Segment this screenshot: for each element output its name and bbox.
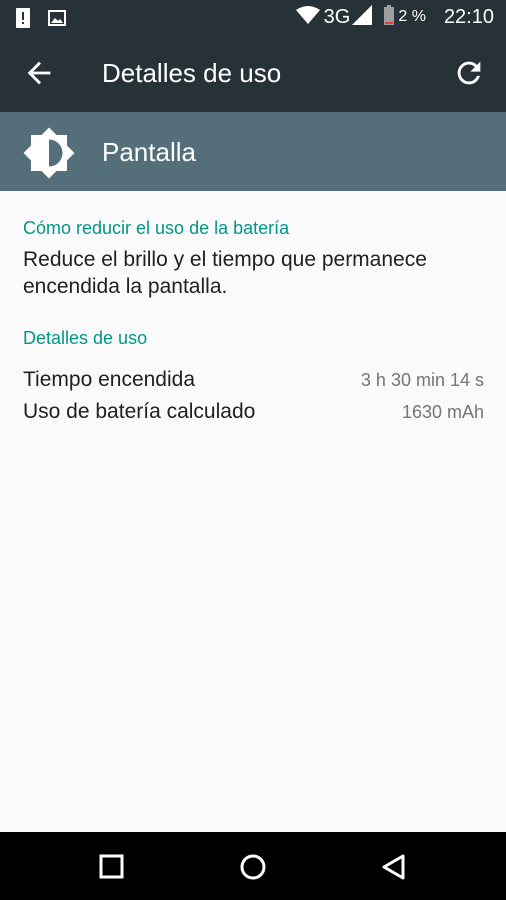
home-icon — [235, 854, 271, 889]
back-button[interactable] — [22, 56, 56, 90]
recents-button[interactable] — [94, 849, 130, 885]
alert-icon — [16, 8, 30, 33]
brightness-icon — [22, 126, 76, 180]
row-label: Tiempo encendida — [23, 368, 195, 391]
network-type: 3G — [323, 5, 351, 28]
tips-title: Cómo reducir el uso de la batería — [23, 218, 290, 238]
refresh-button[interactable] — [452, 56, 486, 90]
recents-icon — [94, 854, 130, 889]
signal-icon — [352, 4, 373, 30]
row-value: 3 h 30 min 14 s — [360, 370, 484, 390]
clock: 22:10 — [443, 5, 494, 28]
row-value: 1630 mAh — [401, 402, 484, 422]
back-triangle-icon — [375, 854, 411, 889]
tips-text: Reduce el brillo y el tiempo que permane… — [23, 248, 427, 298]
arrow-left-icon — [22, 61, 56, 94]
toolbar: Detalles de uso — [0, 34, 506, 112]
home-button[interactable] — [235, 849, 271, 885]
image-icon — [48, 10, 66, 31]
refresh-icon — [452, 61, 486, 94]
usage-row-battery: Uso de batería calculado 1630 mAh — [23, 400, 484, 430]
row-label: Uso de batería calculado — [23, 400, 256, 423]
usage-title: Detalles de uso — [23, 328, 148, 348]
app-header: Pantalla — [0, 112, 506, 191]
page-title: Detalles de uso — [102, 58, 282, 88]
wifi-icon — [295, 5, 320, 30]
usage-row-time: Tiempo encendida 3 h 30 min 14 s — [23, 368, 484, 398]
status-bar: 3G 2 % 22:10 — [0, 0, 506, 34]
battery-percent: 2 % — [398, 8, 426, 25]
back-nav-button[interactable] — [375, 849, 411, 885]
header-title: Pantalla — [102, 137, 196, 167]
battery-icon — [384, 4, 395, 30]
navigation-bar — [0, 832, 506, 900]
